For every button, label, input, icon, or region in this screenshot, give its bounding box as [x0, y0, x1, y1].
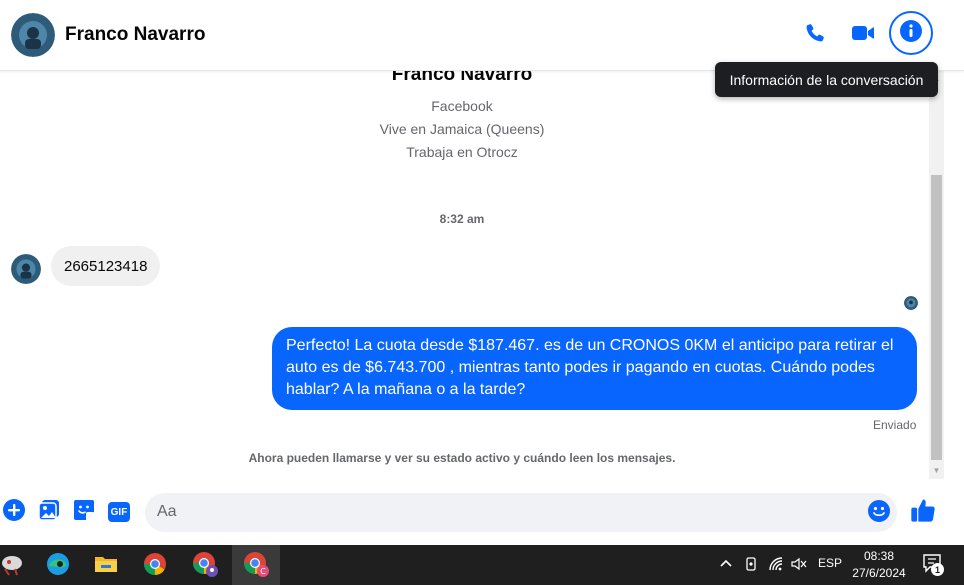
input-language[interactable]: ESP: [818, 556, 842, 570]
edge-icon: [45, 551, 71, 582]
tooltip: Información de la conversación: [715, 62, 938, 97]
privacy-notice: Ahora pueden llamarse y ver su estado ac…: [248, 451, 676, 465]
phone-icon: [804, 22, 826, 49]
message-status: Enviado: [873, 418, 917, 432]
thumbs-up-icon: [909, 496, 937, 529]
conversation-header: Franco Navarro: [0, 0, 964, 71]
video-icon: [851, 22, 875, 49]
sticker-icon: [72, 498, 96, 527]
taskbar-clock[interactable]: 08:38 27/6/2024: [850, 548, 908, 582]
profile-work: Trabaja en Otrocz: [406, 144, 518, 160]
call-button[interactable]: [795, 15, 835, 55]
smiley-icon: [867, 499, 891, 528]
gif-button[interactable]: GIF: [106, 499, 132, 525]
emoji-button[interactable]: [866, 499, 892, 528]
contact-name[interactable]: Franco Navarro: [65, 24, 205, 46]
message-timestamp: 8:32 am: [439, 212, 485, 226]
received-message-bubble[interactable]: 2665123418: [51, 246, 161, 286]
scrollbar-thumb[interactable]: [931, 175, 942, 460]
image-icon: [37, 498, 61, 527]
profile-source: Facebook: [431, 98, 493, 114]
taskbar-app-edge[interactable]: [40, 549, 76, 583]
gif-icon: GIF: [108, 502, 130, 522]
clock-date: 27/6/2024: [852, 566, 906, 580]
notification-badge: 1: [931, 563, 944, 576]
volume-muted-icon[interactable]: [790, 556, 808, 575]
show-hidden-icons-chevron-up-icon[interactable]: [719, 556, 733, 573]
video-call-button[interactable]: [843, 15, 883, 55]
notifications-button[interactable]: 1: [921, 552, 944, 577]
seen-indicator-avatar: [904, 296, 918, 310]
folder-icon: [93, 552, 119, 581]
message-composer[interactable]: [145, 493, 897, 532]
taskbar-app-file-explorer[interactable]: [88, 549, 124, 583]
mascot-app-icon: [0, 551, 25, 582]
like-button[interactable]: [908, 497, 938, 527]
sent-message-bubble[interactable]: Perfecto! La cuota desde $187.467. es de…: [272, 327, 917, 410]
contact-avatar[interactable]: [11, 13, 55, 57]
message-list[interactable]: Franco Navarro Facebook Vive en Jamaica …: [0, 64, 928, 481]
chrome-profile-icon: [191, 550, 219, 583]
chrome-profile-icon: C: [242, 550, 270, 583]
taskbar-app-mascot[interactable]: [0, 549, 30, 583]
taskbar-app-chrome-profile-3[interactable]: C: [238, 549, 274, 583]
profile-location: Vive en Jamaica (Queens): [379, 121, 545, 137]
device-icon[interactable]: [744, 556, 758, 575]
chrome-icon: [142, 551, 168, 582]
scroll-down-arrow-icon[interactable]: ▼: [929, 463, 944, 478]
message-input[interactable]: Aa: [157, 503, 177, 521]
taskbar-app-chrome-profile-2[interactable]: [187, 549, 223, 583]
wifi-icon[interactable]: [768, 556, 786, 575]
plus-circle-icon: [2, 498, 26, 527]
attach-image-button[interactable]: [36, 499, 62, 525]
conversation-info-button[interactable]: [889, 11, 933, 55]
taskbar-app-chrome[interactable]: [137, 549, 173, 583]
svg-text:C: C: [260, 567, 266, 576]
info-icon: [899, 19, 923, 48]
sticker-button[interactable]: [71, 499, 97, 525]
sender-avatar[interactable]: [11, 254, 41, 284]
clock-time: 08:38: [863, 549, 895, 563]
more-actions-button[interactable]: [1, 498, 27, 527]
